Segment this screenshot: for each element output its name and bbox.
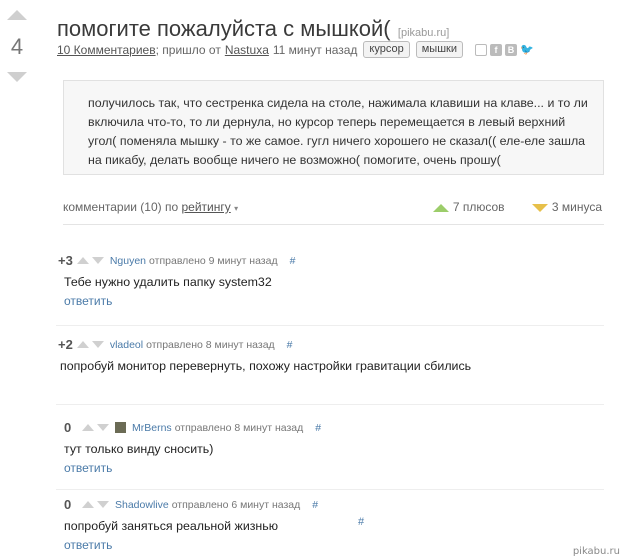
comment-score: +2 (58, 337, 73, 352)
comment-downvote-icon[interactable] (91, 341, 104, 348)
comment-author-link[interactable]: Shadowlive (115, 499, 169, 511)
downvote-arrow-icon[interactable] (7, 72, 27, 82)
meta-separator: ; пришло от (155, 42, 221, 57)
comment-text: Тебе нужно удалить папку system32 (64, 275, 272, 289)
plus-minus-summary: 7 плюсов 3 минуса (432, 200, 602, 214)
comment-upvote-icon[interactable] (76, 341, 89, 348)
twitter-icon[interactable]: 🐦 (520, 43, 534, 56)
comments-header: комментарии (10) по рейтингу ▾ 7 плюсов … (63, 200, 604, 214)
post-vote-column: 4 (6, 10, 28, 82)
comment-sent-time: отправлено 8 минут назад (146, 338, 275, 351)
comment-downvote-icon[interactable] (91, 257, 104, 264)
post-author-link[interactable]: Nastuxa (225, 43, 269, 57)
comment-author-link[interactable]: Nguyen (110, 255, 146, 267)
comment-permalink[interactable]: # (290, 255, 296, 267)
comment-header: +2 vladeol отправлено 8 минут назад # (58, 337, 612, 352)
tag-mice[interactable]: мышки (415, 41, 463, 58)
share-icons: f B 🐦 (474, 43, 534, 56)
save-icon[interactable] (474, 43, 487, 56)
reply-link[interactable]: ответить (64, 461, 112, 475)
comment-item: 0 Shadowlive отправлено 6 минут назад # … (56, 489, 612, 552)
post-score: 4 (10, 34, 24, 59)
comment-item: 0 MrBerns отправлено 8 минут назад # тут… (56, 404, 612, 475)
minuses-count[interactable]: 3 минуса (552, 200, 602, 214)
comment-sent-time: отправлено 8 минут назад (174, 421, 304, 434)
comment-header: 0 Shadowlive отправлено 6 минут назад # (58, 497, 612, 512)
post-title-row: помогите пожалуйста с мышкой( [pikabu.ru… (57, 16, 449, 42)
comment-author-link[interactable]: MrBerns (132, 422, 172, 434)
comment-author-link[interactable]: vladeol (110, 339, 143, 351)
comment-upvote-icon[interactable] (82, 501, 94, 508)
comment-sent-time: отправлено 6 минут назад (171, 498, 301, 511)
reply-link[interactable]: ответить (64, 538, 112, 552)
comment-text: тут только винду сносить) (64, 442, 214, 456)
tag-cursor[interactable]: курсор (363, 41, 410, 58)
comment-text: попробуй заняться реальной жизнью (64, 519, 279, 533)
sort-by-rating-link[interactable]: рейтингу (182, 200, 231, 214)
comment-separator (56, 325, 604, 326)
comment-downvote-icon[interactable] (97, 501, 109, 508)
facebook-icon[interactable]: f (489, 43, 502, 56)
comment-permalink[interactable]: # (312, 499, 318, 511)
comment-upvote-icon[interactable] (82, 424, 94, 431)
comment-permalink[interactable]: # (315, 422, 321, 434)
comment-score: 0 (64, 420, 72, 435)
comment-sent-time: отправлено 9 минут назад (149, 254, 278, 267)
comments-divider (63, 224, 604, 225)
comment-text: попробуй монитор перевернуть, похожу нас… (60, 359, 472, 373)
comment-separator (56, 404, 604, 405)
reply-link[interactable]: ответить (64, 294, 112, 308)
post-time: 11 минут назад (272, 42, 358, 57)
comment-downvote-icon[interactable] (97, 424, 109, 431)
post-source: [pikabu.ru] (397, 27, 450, 39)
watermark: pikabu.ru (572, 546, 620, 557)
comment-score: 0 (64, 497, 72, 512)
plus-arrow-icon (432, 203, 449, 212)
sort-dropdown-icon[interactable]: ▾ (234, 204, 238, 213)
post-meta: 10 Комментариев ; пришло от Nastuxa 11 м… (57, 41, 534, 58)
comment-header: 0 MrBerns отправлено 8 минут назад # (58, 420, 612, 435)
comments-count-link[interactable]: 10 Комментариев (57, 43, 156, 57)
comment-header: +3 Nguyen отправлено 9 минут назад # (58, 253, 612, 268)
pluses-count[interactable]: 7 плюсов (453, 200, 505, 214)
comments-count-label: комментарии (10) по (63, 200, 179, 214)
avatar (115, 422, 126, 433)
minus-arrow-icon (531, 203, 548, 212)
comment-item: +2 vladeol отправлено 8 минут назад # по… (56, 325, 612, 373)
comment-permalink[interactable]: # (358, 516, 364, 528)
comment-separator (56, 489, 604, 490)
post-body: получилось так, что сестренка сидела на … (63, 80, 604, 175)
comment-upvote-icon[interactable] (76, 257, 89, 264)
upvote-arrow-icon[interactable] (7, 10, 27, 20)
comment-permalink[interactable]: # (287, 339, 293, 351)
post-title[interactable]: помогите пожалуйста с мышкой( (57, 16, 391, 41)
comment-item: +3 Nguyen отправлено 9 минут назад # Теб… (58, 253, 612, 308)
comment-score: +3 (58, 253, 73, 268)
vkontakte-icon[interactable]: B (504, 43, 517, 56)
